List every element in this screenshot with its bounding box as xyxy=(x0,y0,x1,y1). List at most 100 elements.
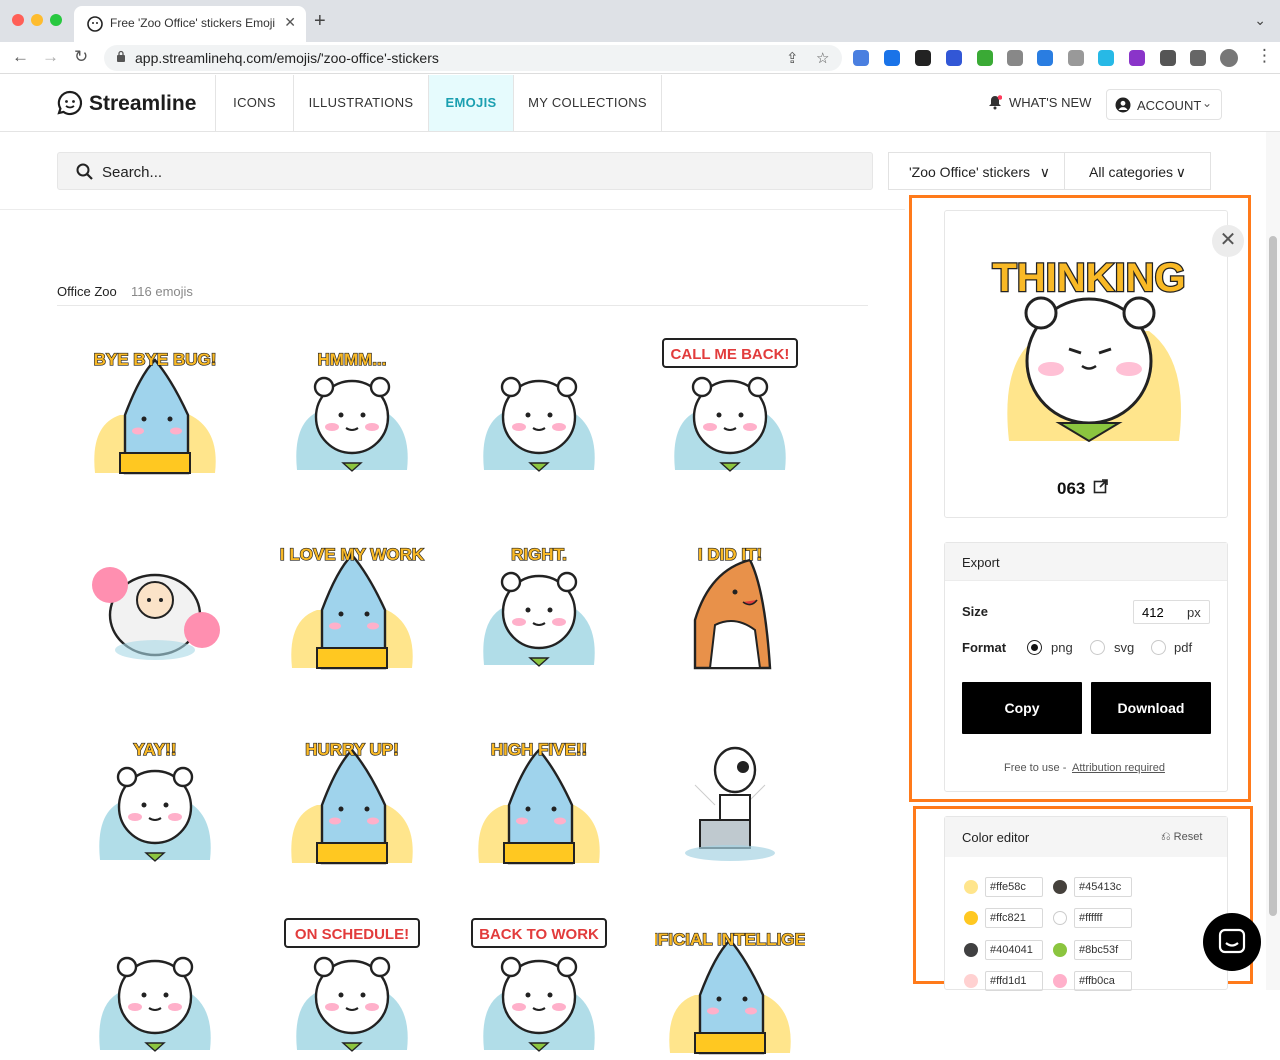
extension-icon[interactable] xyxy=(1037,50,1053,66)
hex-input[interactable]: #ffe58c xyxy=(985,877,1043,897)
extension-icon[interactable] xyxy=(946,50,962,66)
sticker-card[interactable]: I DID IT! xyxy=(655,530,805,670)
maximize-window-button[interactable] xyxy=(50,14,62,26)
nav-tab-emojis[interactable]: EMOJIS xyxy=(428,75,513,131)
profile-avatar[interactable] xyxy=(1220,49,1238,67)
color-swatch[interactable] xyxy=(964,880,978,894)
tab-title: Free 'Zoo Office' stickers Emoji xyxy=(110,16,276,30)
back-icon[interactable]: ← xyxy=(12,47,29,67)
forward-icon[interactable]: → xyxy=(42,47,59,67)
sticker-card[interactable] xyxy=(80,530,230,670)
nav-tab-my-collections[interactable]: MY COLLECTIONS xyxy=(513,75,662,131)
extension-icon[interactable] xyxy=(977,50,993,66)
sticker-card[interactable]: HURRY UP! xyxy=(277,725,427,865)
export-card: Export xyxy=(944,542,1228,792)
size-label: Size xyxy=(962,604,989,619)
color-swatch[interactable] xyxy=(964,974,978,988)
new-tab-icon[interactable]: + xyxy=(314,10,326,33)
sticker-caption: BACK TO WORK xyxy=(479,926,599,943)
close-window-button[interactable] xyxy=(12,14,24,26)
sticker-card[interactable]: YAY!! xyxy=(80,725,230,865)
sticker-card[interactable] xyxy=(80,915,230,1055)
attribution-link[interactable]: Attribution required xyxy=(1072,762,1165,774)
share-icon[interactable]: ⇪ xyxy=(786,49,799,67)
color-swatch[interactable] xyxy=(1053,880,1067,894)
notion-extension-icon[interactable] xyxy=(915,50,931,66)
sticker-caption: HMMM... xyxy=(318,350,387,369)
color-swatch[interactable] xyxy=(1053,943,1067,957)
hex-input[interactable]: #ffffff xyxy=(1074,908,1132,928)
hex-input[interactable]: #ffb0ca xyxy=(1074,971,1132,991)
hex-input[interactable]: #45413c xyxy=(1074,877,1132,897)
preview-caption: THINKING xyxy=(992,256,1185,300)
search-input[interactable] xyxy=(102,161,802,183)
sticker-caption: I DID IT! xyxy=(698,545,762,564)
extension-icon[interactable] xyxy=(1160,50,1176,66)
hex-input[interactable]: #ffd1d1 xyxy=(985,971,1043,991)
preview-card: THINKING xyxy=(944,210,1228,518)
account-button[interactable]: ACCOUNT ⌄ xyxy=(1106,89,1222,120)
format-radio-svg[interactable] xyxy=(1090,640,1105,655)
sticker-card[interactable]: RIGHT. xyxy=(464,530,614,670)
address-bar[interactable]: app.streamlinehq.com/emojis/'zoo-office'… xyxy=(104,45,842,71)
pack-filter-dropdown[interactable]: 'Zoo Office' stickers ∨ xyxy=(888,152,1065,190)
hex-input[interactable]: #ffc821 xyxy=(985,908,1043,928)
reset-button[interactable]: ⎌ Reset xyxy=(1161,829,1202,844)
color-swatch[interactable] xyxy=(964,943,978,957)
sticker-card[interactable]: ARTIFICIAL INTELLIGENCE xyxy=(618,915,842,1055)
format-label-png[interactable]: png xyxy=(1051,640,1073,655)
close-tab-icon[interactable]: ✕ xyxy=(284,14,296,31)
bookmark-star-icon[interactable]: ☆ xyxy=(816,49,829,67)
external-link-icon[interactable] xyxy=(1093,478,1109,494)
extension-icon[interactable] xyxy=(1098,50,1114,66)
nav-tab-icons[interactable]: ICONS xyxy=(215,75,293,131)
reload-icon[interactable]: ↻ xyxy=(74,47,88,67)
color-swatch[interactable] xyxy=(964,911,978,925)
download-button[interactable]: Download xyxy=(1091,682,1211,734)
sticker-card[interactable]: ON SCHEDULE! xyxy=(277,915,427,1055)
chat-support-button[interactable] xyxy=(1203,913,1261,971)
hex-input[interactable]: #8bc53f xyxy=(1074,940,1132,960)
close-preview-button[interactable]: ✕ xyxy=(1212,225,1244,257)
format-label-svg[interactable]: svg xyxy=(1114,640,1134,655)
minimize-window-button[interactable] xyxy=(31,14,43,26)
translate-extension-icon[interactable] xyxy=(853,50,869,66)
format-label-pdf[interactable]: pdf xyxy=(1174,640,1192,655)
sticker-card[interactable] xyxy=(655,725,805,865)
copy-button[interactable]: Copy xyxy=(962,682,1082,734)
logo-text: Streamline xyxy=(89,92,197,115)
sticker-card[interactable]: BACK TO WORK xyxy=(464,915,614,1055)
format-radio-png[interactable] xyxy=(1027,640,1042,655)
streamline-favicon-icon xyxy=(87,16,103,32)
category-filter-dropdown[interactable]: All categories ∨ xyxy=(1064,152,1211,190)
sticker-card[interactable]: HIGH FIVE!! xyxy=(464,725,614,865)
sticker-card[interactable]: BYE BYE BUG! xyxy=(80,335,230,475)
hex-input[interactable]: #404041 xyxy=(985,940,1043,960)
puzzle-extensions-icon[interactable] xyxy=(1190,50,1206,66)
scrollbar-thumb[interactable] xyxy=(1269,236,1277,916)
extension-icon[interactable] xyxy=(1129,50,1145,66)
sticker-shark-image: BYE BYE BUG! xyxy=(93,349,217,475)
whats-new-link[interactable]: WHAT'S NEW xyxy=(1009,95,1091,110)
color-editor-title: Color editor xyxy=(962,830,1030,845)
tab-search-icon[interactable]: ⌄ xyxy=(1254,12,1266,29)
sticker-card[interactable]: HMMM... xyxy=(277,335,427,475)
extension-icon[interactable] xyxy=(884,50,900,66)
browser-tab[interactable]: Free 'Zoo Office' stickers Emoji ✕ xyxy=(74,6,306,42)
size-input[interactable] xyxy=(1142,604,1176,620)
nav-tab-illustrations[interactable]: ILLUSTRATIONS xyxy=(293,75,428,131)
search-box[interactable] xyxy=(57,152,873,190)
color-swatch[interactable] xyxy=(1053,911,1067,925)
format-radio-pdf[interactable] xyxy=(1151,640,1166,655)
sticker-card[interactable]: I LOVE MY WORK xyxy=(277,530,427,670)
bell-icon[interactable] xyxy=(988,95,1002,110)
camera-extension-icon[interactable] xyxy=(1068,50,1084,66)
size-field[interactable]: px xyxy=(1133,600,1210,624)
color-swatch[interactable] xyxy=(1053,974,1067,988)
sticker-card[interactable] xyxy=(464,335,614,475)
sticker-card[interactable]: CALL ME BACK! xyxy=(655,335,805,475)
pack-filter-label: 'Zoo Office' stickers xyxy=(909,164,1031,180)
sticker-bear-image: BACK TO WORK xyxy=(471,918,607,1052)
browser-menu-icon[interactable]: ⋮ xyxy=(1256,46,1273,66)
cloud-extension-icon[interactable] xyxy=(1007,50,1023,66)
